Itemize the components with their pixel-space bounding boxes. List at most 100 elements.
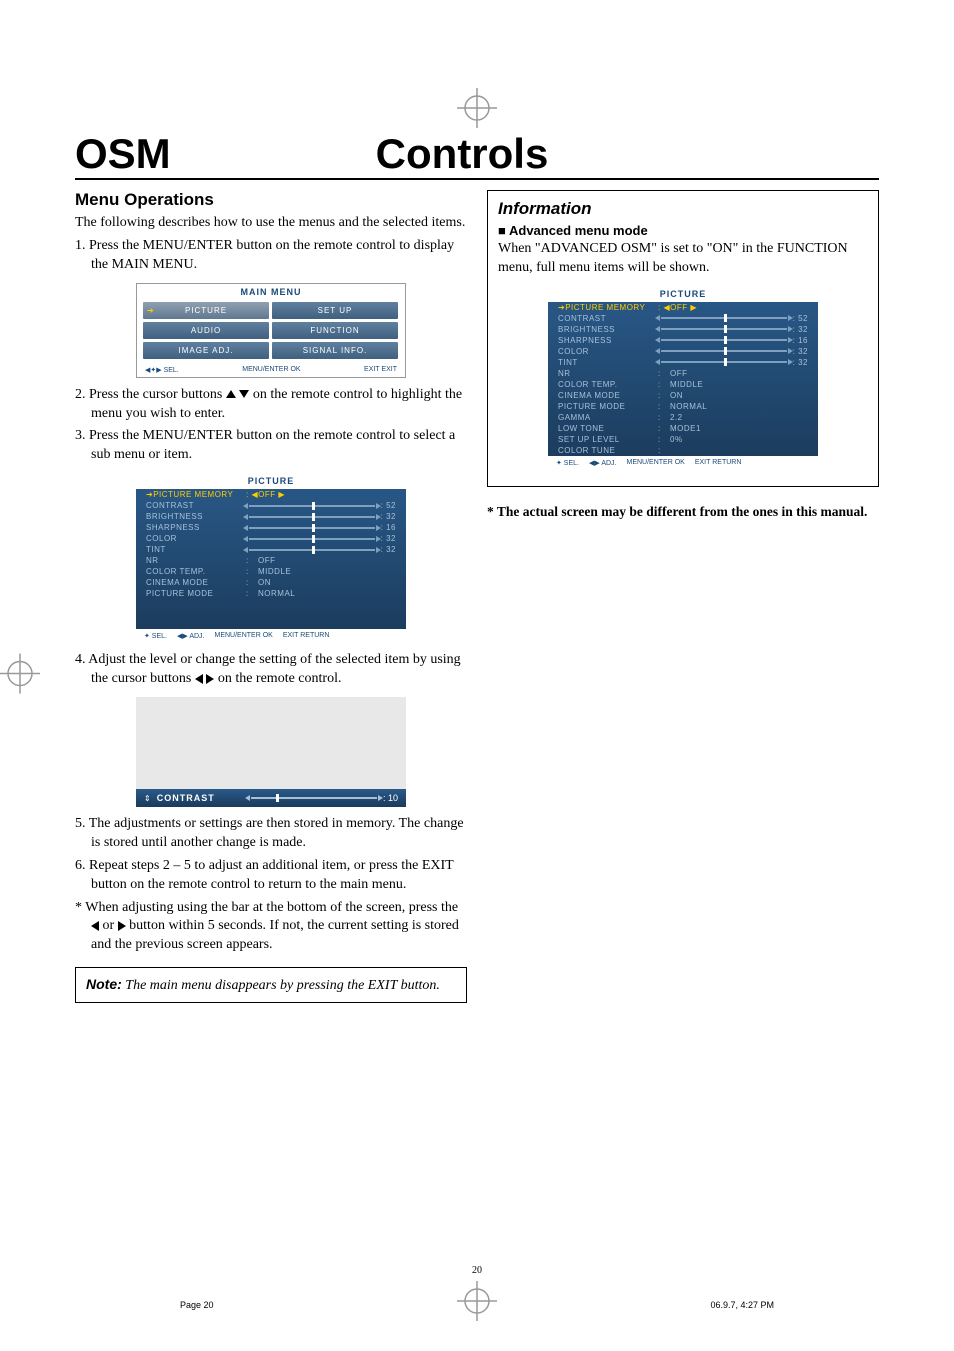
- pma-slider-value: : 32: [658, 347, 808, 356]
- picture-menu-footer: ✦ SEL. ◀▶ ADJ. MENU/ENTER OK EXIT RETURN: [136, 629, 406, 643]
- pm-row-tint: TINT: 32: [136, 544, 406, 555]
- pma-foot-return: EXIT RETURN: [695, 459, 742, 467]
- pma-row-nr: NR:OFF: [548, 368, 818, 379]
- main-menu-title: MAIN MENU: [137, 284, 405, 300]
- info-title: Information: [498, 199, 868, 219]
- note-box: Note: The main menu disappears by pressi…: [75, 967, 467, 1003]
- pm-slider-value: : 32: [246, 545, 396, 554]
- pma-text-value: MIDDLE: [670, 380, 808, 389]
- main-menu-footer: ◀✦▶ SEL. MENU/ENTER OK EXIT EXIT: [137, 363, 405, 377]
- pm-label: PICTURE MODE: [146, 589, 246, 598]
- star-b: button within 5 seconds. If not, the cur…: [91, 918, 459, 952]
- page-header: OSM Controls: [75, 130, 879, 180]
- main-menu-audio: AUDIO: [143, 322, 269, 339]
- pm-row-nr: NR:OFF: [136, 555, 406, 566]
- asterisk-note: * The actual screen may be different fro…: [487, 503, 879, 521]
- main-menu-foot-sel: ◀✦▶ SEL.: [145, 366, 179, 374]
- picture-adv-title: PICTURE: [548, 286, 818, 302]
- star-a: * When adjusting using the bar at the bo…: [75, 900, 458, 915]
- left-column: Menu Operations The following describes …: [75, 190, 467, 1003]
- pma-foot-sel: ✦ SEL.: [556, 459, 579, 467]
- pma-text-value: 0%: [670, 435, 808, 444]
- pma-label: BRIGHTNESS: [558, 325, 658, 334]
- slider-icon: [249, 538, 375, 540]
- pma-label: SET UP LEVEL: [558, 435, 658, 444]
- step-star: * When adjusting using the bar at the bo…: [75, 899, 467, 956]
- pma-text-value: 2.2: [670, 413, 808, 422]
- section-title: Menu Operations: [75, 190, 467, 210]
- registration-mark-bottom: [457, 1281, 497, 1321]
- pma-row-sharpness: SHARPNESS: 16: [548, 335, 818, 346]
- picture-adv-footer: ✦ SEL. ◀▶ ADJ. MENU/ENTER OK EXIT RETURN: [548, 456, 818, 470]
- main-menu-imageadj: IMAGE ADJ.: [143, 342, 269, 359]
- pma-label: COLOR TEMP.: [558, 380, 658, 389]
- main-menu-setup: SET UP: [272, 302, 398, 319]
- pm-foot-ok: MENU/ENTER OK: [215, 632, 273, 640]
- pm-text-value: OFF: [258, 556, 396, 565]
- picture-memory-row: ➔PICTURE MEMORY : ◀OFF ▶: [136, 489, 406, 500]
- pm-slider-value: : 52: [246, 501, 396, 510]
- pm-label: COLOR TEMP.: [146, 567, 246, 576]
- pma-label: PICTURE MODE: [558, 402, 658, 411]
- step-3: 3. Press the MENU/ENTER button on the re…: [75, 427, 467, 465]
- pm-label: NR: [146, 556, 246, 565]
- pm-label: COLOR: [146, 534, 246, 543]
- step-2a: 2. Press the cursor buttons: [75, 387, 226, 402]
- step-1: 1. Press the MENU/ENTER button on the re…: [75, 237, 467, 275]
- pma-label: COLOR: [558, 347, 658, 356]
- pm-row-picture-mode: PICTURE MODE:NORMAL: [136, 588, 406, 599]
- note-label: Note:: [86, 976, 122, 992]
- pm-row-color-temp-: COLOR TEMP.:MIDDLE: [136, 566, 406, 577]
- pma-text-value: NORMAL: [670, 402, 808, 411]
- pma-row-color: COLOR: 32: [548, 346, 818, 357]
- up-arrow-icon: [226, 390, 236, 398]
- down-arrow-icon: [239, 390, 249, 398]
- pm-text-value: ON: [258, 578, 396, 587]
- left-arrow-icon-2: [91, 921, 99, 931]
- pm-label: TINT: [146, 545, 246, 554]
- picture-memory-label: ➔PICTURE MEMORY: [146, 490, 246, 499]
- slider-icon: [661, 317, 787, 319]
- note-text: The main menu disappears by pressing the…: [122, 978, 440, 993]
- main-menu-foot-ok: MENU/ENTER OK: [242, 366, 300, 374]
- pm-slider-value: : 32: [246, 534, 396, 543]
- pma-row-set-up-level: SET UP LEVEL:0%: [548, 434, 818, 445]
- pm-row-brightness: BRIGHTNESS: 32: [136, 511, 406, 522]
- page-number: 20: [472, 1265, 482, 1276]
- main-menu-signalinfo: SIGNAL INFO.: [272, 342, 398, 359]
- pma-foot-adj: ◀▶ ADJ.: [589, 459, 617, 467]
- pma-row-gamma: GAMMA:2.2: [548, 412, 818, 423]
- pm-label: SHARPNESS: [146, 523, 246, 532]
- pm-label: CINEMA MODE: [146, 578, 246, 587]
- step-4b: on the remote control.: [214, 671, 341, 686]
- contrast-updown-icon: ⇕: [144, 794, 151, 803]
- pm-foot-return: EXIT RETURN: [283, 632, 330, 640]
- pm-foot-sel: ✦ SEL.: [144, 632, 167, 640]
- pma-row-cinema-mode: CINEMA MODE:ON: [548, 390, 818, 401]
- pma-label: GAMMA: [558, 413, 658, 422]
- slider-icon: [661, 350, 787, 352]
- pm-row-contrast: CONTRAST: 52: [136, 500, 406, 511]
- pma-text-value: ON: [670, 391, 808, 400]
- slider-icon: [661, 328, 787, 330]
- footer-page: Page 20: [180, 1300, 214, 1310]
- pm-foot-adj: ◀▶ ADJ.: [177, 632, 205, 640]
- pm-row-cinema-mode: CINEMA MODE:ON: [136, 577, 406, 588]
- info-text: When "ADVANCED OSM" is set to "ON" in th…: [498, 240, 868, 278]
- main-menu-figure: MAIN MENU PICTURE SET UP AUDIO FUNCTION …: [136, 283, 406, 378]
- step-4: 4. Adjust the level or change the settin…: [75, 651, 467, 689]
- pma-slider-value: : 32: [658, 325, 808, 334]
- pma-slider-value: : 52: [658, 314, 808, 323]
- pma-text-value: OFF: [670, 369, 808, 378]
- pma-row-tint: TINT: 32: [548, 357, 818, 368]
- contrast-bar-figure: ⇕ CONTRAST : 10: [136, 697, 406, 807]
- contrast-value: : 10: [383, 793, 398, 803]
- pma-label: TINT: [558, 358, 658, 367]
- pma-label: LOW TONE: [558, 424, 658, 433]
- pma-label: NR: [558, 369, 658, 378]
- registration-mark-left: [0, 653, 40, 698]
- pma-label: COLOR TUNE: [558, 446, 658, 455]
- contrast-label: CONTRAST: [157, 793, 215, 803]
- slider-icon: [661, 361, 787, 363]
- right-column: Information Advanced menu mode When "ADV…: [487, 190, 879, 1003]
